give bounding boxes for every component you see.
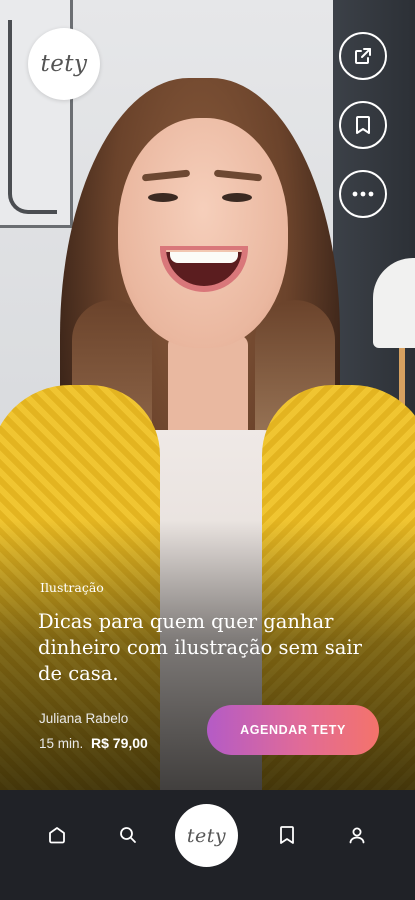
share-external-icon	[355, 48, 371, 64]
home-icon	[49, 827, 65, 844]
nav-home[interactable]	[44, 822, 70, 848]
price-label: R$ 79,00	[91, 735, 148, 751]
card-title: Dicas para quem quer ganhar dinheiro com…	[38, 610, 362, 685]
nav-tety-home[interactable]: tety	[175, 804, 238, 867]
share-button[interactable]	[339, 32, 387, 80]
nav-profile[interactable]	[344, 822, 370, 848]
category-label: Ilustração	[40, 580, 104, 595]
save-button[interactable]	[339, 101, 387, 149]
more-button[interactable]	[339, 170, 387, 218]
more-horizontal-icon	[352, 191, 374, 197]
duration-label: 15 min.	[39, 736, 84, 751]
schedule-tety-button[interactable]: AGENDAR TETY	[207, 705, 379, 755]
profile-icon	[349, 827, 365, 844]
logo-text: tety	[40, 51, 88, 77]
nav-saved[interactable]	[274, 822, 300, 848]
tety-logo[interactable]: tety	[28, 28, 100, 100]
search-icon	[120, 827, 136, 843]
author-name[interactable]: Juliana Rabelo	[39, 711, 128, 726]
bookmark-icon	[356, 116, 370, 134]
bookmark-icon	[280, 826, 294, 844]
nav-logo-text: tety	[186, 824, 227, 847]
screen: tety Ilustração Dicas para quem quer gan…	[0, 0, 415, 900]
face	[118, 118, 288, 348]
nav-search[interactable]	[115, 822, 141, 848]
